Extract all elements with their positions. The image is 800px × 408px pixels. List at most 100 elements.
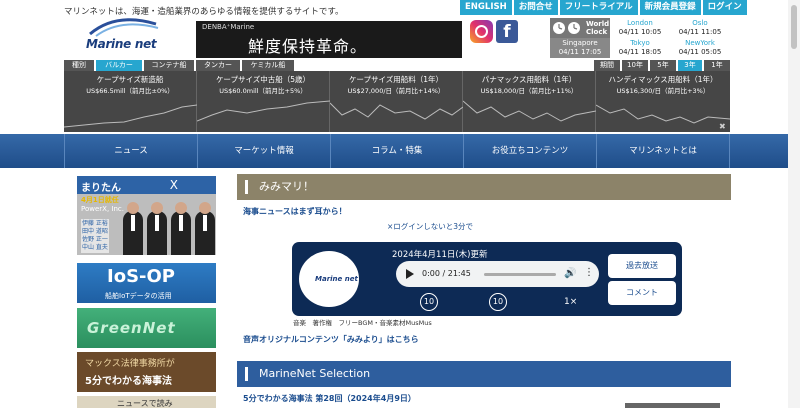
person-image [195,202,215,255]
period-label: 期間 [594,60,620,71]
market-cell[interactable]: ケープサイズ中古船（5歳） US$60.0mill（前月比+5%） [197,71,330,132]
name: 田中 道昭 [82,228,108,235]
denba-ad-banner[interactable]: DENBA⁺Marine 鮮度保持革命。 [196,21,462,58]
nav-contents[interactable]: お役立ちコンテンツ [463,134,596,168]
clock-newyork: NewYork 04/11 05:05 [670,38,730,58]
playback-speed[interactable]: 1× [564,297,577,307]
name: 佐野 正一 [82,236,108,243]
banner-line1: マックス法律事務所が [85,359,175,369]
audio-time: 0:00 / 21:45 [422,269,471,278]
article-thumbnail[interactable] [625,403,720,408]
headline: 海事ニュースはまず耳から！ [243,207,347,216]
mimimari-section-header: みみマリ！ [237,174,731,200]
forward-icon[interactable]: 10 [489,293,507,311]
banner-subtitle: 船舶IoTデータの活用 [105,292,172,300]
maritime-law-banner[interactable]: マックス法律事務所が 5分でわかる海事法 [77,352,216,392]
type-label: 種別 [64,60,94,71]
tab-chemical[interactable]: ケミカル船 [242,60,294,71]
clock-oslo: Oslo 04/11 11:05 [670,18,730,38]
tab-container[interactable]: コンテナ船 [144,60,194,71]
audio-control[interactable]: 0:00 / 21:45 🔊 ⋮ [396,261,599,287]
news-banner[interactable]: ニュースで読み [77,396,216,408]
register-link[interactable]: 新規会員登録 [639,0,701,15]
banner-company: PowerX, Inc. [81,205,124,213]
contact-link[interactable]: お問合せ [513,0,558,15]
banner-title: まりたん [77,176,216,194]
banner-headline: 鮮度保持革命。 [248,37,368,56]
article-title[interactable]: 5分でわかる海事法 第28回（2024年4月9日） [243,393,416,404]
sparkline [64,104,197,128]
sparkline [197,100,330,122]
nav-news[interactable]: ニュース [64,134,197,168]
world-clock-logo: World Clock [550,18,610,38]
name: 中山 直夫 [82,244,108,251]
music-credit: 音楽 著作権 フリーBGM・音楽素材MusMus [293,319,432,327]
podcast-player: Marine net 2024年4月11日(木)更新 0:00 / 21:45 … [292,242,682,316]
audio-progress[interactable] [484,273,556,276]
tab-tanker[interactable]: タンカー [196,60,240,71]
person-image [123,202,143,255]
ios-op-banner[interactable]: IoS-OP 船舶IoTデータの活用 [77,263,216,303]
x-logo-icon: X [169,178,178,192]
period-5y[interactable]: 5年 [650,60,676,71]
comment-button[interactable]: コメント [608,281,676,305]
clock-singapore: Singapore 04/11 17:05 [550,38,610,58]
world-clock-title-1: World [586,20,610,28]
logo-text: Marine net [86,37,157,51]
period-10y[interactable]: 10年 [622,60,648,71]
city-time: 04/11 05:05 [678,48,722,56]
nav-market[interactable]: マーケット情報 [197,134,330,168]
rewind-icon[interactable]: 10 [420,293,438,311]
market-name: ケープサイズ新造船 [96,75,164,84]
past-broadcast-button[interactable]: 過去放送 [608,254,676,278]
greennet-banner[interactable]: GreenNet [77,308,216,348]
market-name: パナマックス用船料（1年） [481,75,577,84]
period-1y[interactable]: 1年 [704,60,730,71]
market-name: ケープサイズ中古船（5歳） [215,75,311,84]
close-icon[interactable]: ✖ [719,122,726,131]
scrollbar[interactable] [788,0,800,408]
update-date: 2024年4月11日(木)更新 [392,250,488,260]
maritan-banner[interactable]: まりたん X 4月1日就任 PowerX, Inc. 伊藤 正裕 田中 道昭 佐… [77,176,216,255]
facebook-icon[interactable]: f [496,20,518,43]
period-3y[interactable]: 3年 [678,60,702,71]
city-time: 04/11 18:05 [618,48,662,56]
wave-logo-icon [89,18,159,37]
login-link[interactable]: ログイン [702,0,747,15]
market-cell[interactable]: ケープサイズ用船料（1年） US$27,000/日（前月比+14%） [330,71,463,132]
page: マリンネットは、海運・造船業界のあらゆる情報を提供するサイトです。 ENGLIS… [0,0,800,408]
banner-date: 4月1日就任 [81,196,119,204]
nav-about[interactable]: マリンネットとは [596,134,730,168]
sparkline [463,100,596,122]
player-logo: Marine net [299,251,359,307]
market-cell[interactable]: パナマックス用船料（1年） US$18,000/日（前月比+11%） [463,71,596,132]
city-time: 04/11 10:05 [618,28,662,36]
english-link[interactable]: ENGLISH [460,0,512,15]
world-clock-title-2: Clock [586,28,608,36]
nav-column[interactable]: コラム・特集 [330,134,463,168]
mimiyori-link[interactable]: 音声オリジナルコンテンツ「みみより」はこちら [243,334,419,345]
market-cell[interactable]: ハンディマックス用船料（1年） US$16,300/日（前月比+3%） [596,71,730,132]
market-price: US$27,000/日（前月比+14%） [347,87,445,95]
free-trial-link[interactable]: フリートライアル [559,0,638,15]
city-name: Singapore [562,39,598,47]
banner-line2: 5分でわかる海事法 [85,376,172,387]
market-name: ハンディマックス用船料（1年） [608,75,718,84]
banner-title: IoS-OP [107,266,175,287]
login-message: ×ログインしないと3分で [387,222,474,231]
top-navigation: ENGLISH お問合せ フリートライアル 新規会員登録 ログイン [460,0,747,15]
more-icon[interactable]: ⋮ [584,267,594,278]
market-price: US$16,300/日（前月比+3%） [616,87,710,95]
volume-icon[interactable]: 🔊 [564,268,576,279]
city-name: London [627,19,653,27]
site-logo[interactable]: Marine net [86,14,162,60]
instagram-icon[interactable] [470,20,493,43]
tab-bulker[interactable]: バルカー [96,60,142,71]
sparkline [596,104,730,124]
city-name: Oslo [692,19,708,27]
market-cell[interactable]: ケープサイズ新造船 US$66.5mill（前月比±0%） [64,71,197,132]
play-icon[interactable] [406,269,414,279]
clock-icon [553,22,580,34]
city-name: NewYork [685,39,715,47]
scrollbar-thumb[interactable] [791,5,797,49]
